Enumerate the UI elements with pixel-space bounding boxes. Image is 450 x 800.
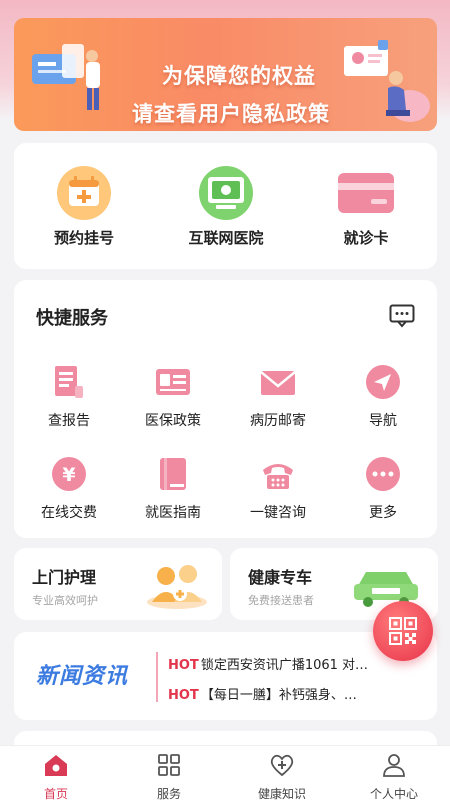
more-button[interactable]: 更多 [330, 454, 436, 522]
home-icon [45, 755, 67, 776]
tab-home-label: 首页 [43, 787, 68, 800]
news-logo: 新闻资讯 [36, 664, 129, 689]
home-care-title: 上门护理 [32, 568, 97, 587]
hot-badge: HOT [168, 658, 199, 673]
online-payment-label: 在线交费 [41, 505, 97, 521]
qr-code-icon [389, 617, 417, 645]
navigation-label: 导航 [369, 413, 397, 429]
home-care-card[interactable]: 上门护理 专业高效呵护 [14, 548, 222, 620]
news-item-text: 锁定西安资讯广播1061 对… [200, 658, 369, 673]
bottom-tab-bar: 首页 服务 健康知识 个人中心 [0, 745, 450, 800]
news-card: 新闻资讯 HOT 锁定西安资讯广播1061 对… HOT 【每日一膳】补钙强身、… [14, 632, 437, 720]
insurance-policy-label: 医保政策 [145, 413, 201, 429]
tab-profile[interactable]: 个人中心 [338, 752, 450, 800]
navigation-button[interactable]: 导航 [330, 362, 436, 430]
yuan-icon: ¥ [49, 454, 89, 494]
appointment-button[interactable]: 预约挂号 [24, 165, 144, 248]
news-item-text: 【每日一膳】补钙强身、… [200, 688, 357, 703]
check-report-button[interactable]: 查报告 [16, 362, 122, 430]
appointment-label: 预约挂号 [53, 229, 114, 247]
one-click-consult-label: 一键咨询 [250, 505, 306, 521]
book-icon [153, 454, 193, 494]
online-payment-button[interactable]: ¥ 在线交费 [16, 454, 122, 522]
news-item[interactable]: HOT 锁定西安资讯广播1061 对… [168, 654, 413, 673]
tab-services[interactable]: 服务 [113, 752, 225, 800]
insurance-policy-button[interactable]: 医保政策 [120, 362, 226, 430]
medical-guide-label: 就医指南 [145, 505, 201, 521]
heart-plus-icon [270, 754, 294, 777]
navigation-icon [363, 362, 403, 402]
doctor-consult-illustration [344, 40, 430, 122]
calendar-add-icon [53, 165, 115, 221]
tab-health-knowledge-label: 健康知识 [257, 787, 306, 800]
quick-services-title: 快捷服务 [36, 308, 108, 329]
news-divider [156, 652, 158, 702]
news-item[interactable]: HOT 【每日一膳】补钙强身、… [168, 684, 413, 703]
grid-icon [158, 754, 180, 776]
banner-line-2: 请查看用户隐私政策 [132, 102, 330, 126]
svg-text:¥: ¥ [62, 464, 75, 486]
tab-health-knowledge[interactable]: 健康知识 [226, 752, 338, 800]
record-mail-button[interactable]: 病历邮寄 [225, 362, 331, 430]
quick-services-card: 快捷服务 查报告 医保政策 病历邮寄 导航 ¥ 在线交费 就医指南 一键咨询 更… [14, 280, 437, 538]
message-icon[interactable] [389, 304, 415, 328]
home-care-subtitle: 专业高效呵护 [32, 594, 98, 607]
monitor-icon [195, 165, 257, 221]
nurse-icon [147, 565, 207, 609]
tab-services-label: 服务 [156, 787, 181, 800]
check-report-label: 查报告 [48, 413, 90, 429]
main-services-card: 预约挂号 互联网医院 就诊卡 [14, 143, 437, 269]
health-car-subtitle: 免费接送患者 [248, 594, 314, 607]
tab-home[interactable]: 首页 [0, 752, 112, 800]
more-label: 更多 [369, 505, 397, 521]
record-mail-label: 病历邮寄 [250, 413, 306, 429]
report-icon [49, 362, 89, 402]
more-icon [363, 454, 403, 494]
medical-guide-button[interactable]: 就医指南 [120, 454, 226, 522]
banner-line-1: 为保障您的权益 [162, 64, 316, 88]
health-car-title: 健康专车 [248, 568, 313, 587]
phone-icon [258, 454, 298, 494]
tab-profile-label: 个人中心 [369, 787, 418, 800]
medical-card-button[interactable]: 就诊卡 [306, 165, 426, 248]
qr-code-button[interactable] [373, 601, 433, 661]
mail-icon [258, 362, 298, 402]
medical-card-label: 就诊卡 [343, 229, 389, 247]
hot-badge: HOT [168, 688, 199, 703]
person-icon [383, 754, 405, 777]
internet-hospital-label: 互联网医院 [188, 229, 264, 247]
card-icon [335, 165, 397, 221]
one-click-consult-button[interactable]: 一键咨询 [225, 454, 331, 522]
card-person-illustration [32, 44, 100, 110]
insurance-card-icon [153, 362, 193, 402]
privacy-banner[interactable]: 为保障您的权益 请查看用户隐私政策 [14, 18, 437, 131]
internet-hospital-button[interactable]: 互联网医院 [166, 165, 286, 248]
